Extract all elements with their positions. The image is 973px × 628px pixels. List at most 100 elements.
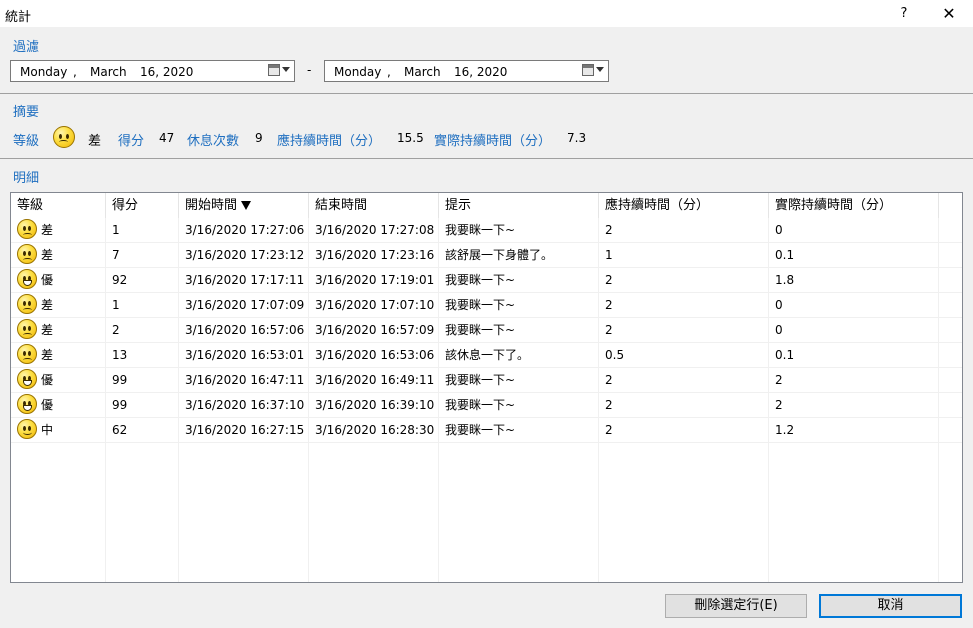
start-date-day-year[interactable]: 16, 2020 xyxy=(140,65,193,79)
divider xyxy=(0,93,973,94)
cell-actual-duration: 1.2 xyxy=(775,423,795,437)
title-bar: 統計 ? ✕ xyxy=(0,0,973,27)
cell-start-time: 3/16/2020 17:17:11 xyxy=(185,273,305,287)
end-date-sep: , xyxy=(387,65,391,79)
start-date-weekday[interactable]: Monday xyxy=(20,65,67,79)
table-row[interactable]: 差 13 3/16/2020 16:53:01 3/16/2020 16:53:06 該… xyxy=(11,343,962,368)
summary-breaks-value: 9 xyxy=(255,131,263,145)
cell-start-time: 3/16/2020 16:27:15 xyxy=(185,423,305,437)
cell-grade: 差 xyxy=(11,243,53,268)
grade-text: 中 xyxy=(41,423,54,437)
summary-grade-label: 等級 xyxy=(13,134,40,149)
cell-score: 2 xyxy=(112,323,120,337)
cell-grade: 優 xyxy=(11,268,53,293)
cell-actual-duration: 0.1 xyxy=(775,348,795,362)
happy-face-icon xyxy=(17,394,37,414)
cell-start-time: 3/16/2020 16:37:10 xyxy=(185,398,305,412)
grade-text: 差 xyxy=(41,323,54,337)
cell-start-time: 3/16/2020 16:57:06 xyxy=(185,323,305,337)
sad-face-icon xyxy=(17,294,37,314)
table-row[interactable]: 優 99 3/16/2020 16:37:10 3/16/2020 16:39:10 我… xyxy=(11,393,962,418)
dropdown-arrow-icon xyxy=(282,67,290,72)
calendar-icon xyxy=(582,64,594,76)
column-header-hint[interactable]: 提示 xyxy=(439,193,599,218)
sad-face-icon xyxy=(17,319,37,339)
start-date-sep: , xyxy=(73,65,77,79)
cell-start-time: 3/16/2020 16:47:11 xyxy=(185,373,305,387)
smile-face-icon xyxy=(17,419,37,439)
help-button[interactable]: ? xyxy=(893,4,915,24)
table-row[interactable]: 優 99 3/16/2020 16:47:11 3/16/2020 16:49:11 我… xyxy=(11,368,962,393)
cell-grade: 優 xyxy=(11,368,53,393)
cell-expected-duration: 0.5 xyxy=(605,348,625,362)
summary-score-label: 得分 xyxy=(118,134,145,149)
summary-expected-label: 應持續時間（分） xyxy=(277,134,382,149)
cell-expected-duration: 2 xyxy=(605,373,613,387)
cell-expected-duration: 2 xyxy=(605,423,613,437)
cell-actual-duration: 0 xyxy=(775,298,783,312)
cell-end-time: 3/16/2020 16:57:09 xyxy=(315,323,435,337)
detail-table[interactable]: 等級 得分 開始時間 結束時間 提示 應持續時間（分） 實際持續時間（分） 差 1… xyxy=(10,192,963,583)
cell-start-time: 3/16/2020 17:23:12 xyxy=(185,248,305,262)
grade-text: 差 xyxy=(41,248,54,262)
cell-start-time: 3/16/2020 17:27:06 xyxy=(185,223,305,237)
summary-expected-value: 15.5 xyxy=(397,131,424,145)
cell-actual-duration: 2 xyxy=(775,398,783,412)
column-header-score[interactable]: 得分 xyxy=(106,193,179,218)
calendar-dropdown-button[interactable] xyxy=(268,64,290,78)
summary-section-label: 摘要 xyxy=(13,105,40,120)
sort-descending-icon xyxy=(241,201,252,210)
summary-actual-value: 7.3 xyxy=(567,131,587,145)
cell-actual-duration: 0 xyxy=(775,223,783,237)
end-date-day-year[interactable]: 16, 2020 xyxy=(454,65,507,79)
column-header-grade[interactable]: 等級 xyxy=(11,193,106,218)
cell-hint: 我要眯一下~ xyxy=(445,423,516,437)
calendar-dropdown-button[interactable] xyxy=(582,64,604,78)
cell-score: 1 xyxy=(112,298,120,312)
table-row[interactable]: 差 2 3/16/2020 16:57:06 3/16/2020 16:57:09 我要… xyxy=(11,318,962,343)
cancel-button[interactable]: 取消 xyxy=(819,594,962,618)
cell-end-time: 3/16/2020 16:28:30 xyxy=(315,423,435,437)
cell-score: 92 xyxy=(112,273,128,287)
cell-score: 99 xyxy=(112,398,128,412)
cell-start-time: 3/16/2020 17:07:09 xyxy=(185,298,305,312)
column-header-start-time[interactable]: 開始時間 xyxy=(179,193,309,218)
close-button[interactable]: ✕ xyxy=(936,3,962,25)
column-header-end-time[interactable]: 結束時間 xyxy=(309,193,439,218)
cell-score: 1 xyxy=(112,223,120,237)
divider xyxy=(0,158,973,159)
cell-hint: 我要眯一下~ xyxy=(445,373,516,387)
cell-hint: 該舒展一下身體了。 xyxy=(445,248,554,262)
table-row[interactable]: 差 1 3/16/2020 17:07:09 3/16/2020 17:07:10 我要… xyxy=(11,293,962,318)
end-date-picker[interactable]: Monday , March 16, 2020 xyxy=(324,60,609,82)
table-row[interactable]: 中 62 3/16/2020 16:27:15 3/16/2020 16:28:30 我… xyxy=(11,418,962,443)
cell-expected-duration: 2 xyxy=(605,298,613,312)
column-header-actual-duration[interactable]: 實際持續時間（分） xyxy=(769,193,939,218)
table-row[interactable]: 差 1 3/16/2020 17:27:06 3/16/2020 17:27:08 我要… xyxy=(11,218,962,243)
grade-text: 差 xyxy=(41,298,54,312)
window-title: 統計 xyxy=(5,10,32,25)
cell-hint: 我要眯一下~ xyxy=(445,323,516,337)
delete-selected-row-button[interactable]: 刪除選定行(E) xyxy=(665,594,807,618)
grade-text: 差 xyxy=(41,223,54,237)
cell-end-time: 3/16/2020 16:49:11 xyxy=(315,373,435,387)
column-header-expected-duration[interactable]: 應持續時間（分） xyxy=(599,193,769,218)
dropdown-arrow-icon xyxy=(596,67,604,72)
date-range-separator: - xyxy=(307,63,312,77)
cell-expected-duration: 2 xyxy=(605,398,613,412)
end-date-weekday[interactable]: Monday xyxy=(334,65,381,79)
summary-score-value: 47 xyxy=(159,131,175,145)
cell-actual-duration: 0.1 xyxy=(775,248,795,262)
start-date-picker[interactable]: Monday , March 16, 2020 xyxy=(10,60,295,82)
cell-score: 7 xyxy=(112,248,120,262)
cell-end-time: 3/16/2020 17:19:01 xyxy=(315,273,435,287)
table-row[interactable]: 優 92 3/16/2020 17:17:11 3/16/2020 17:19:01 我… xyxy=(11,268,962,293)
summary-grade-value: 差 xyxy=(88,134,102,149)
end-date-month[interactable]: March xyxy=(404,65,441,79)
grade-text: 差 xyxy=(41,348,54,362)
happy-face-icon xyxy=(17,269,37,289)
cell-start-time: 3/16/2020 16:53:01 xyxy=(185,348,305,362)
table-row[interactable]: 差 7 3/16/2020 17:23:12 3/16/2020 17:23:16 該舒… xyxy=(11,243,962,268)
start-date-month[interactable]: March xyxy=(90,65,127,79)
cell-expected-duration: 2 xyxy=(605,273,613,287)
